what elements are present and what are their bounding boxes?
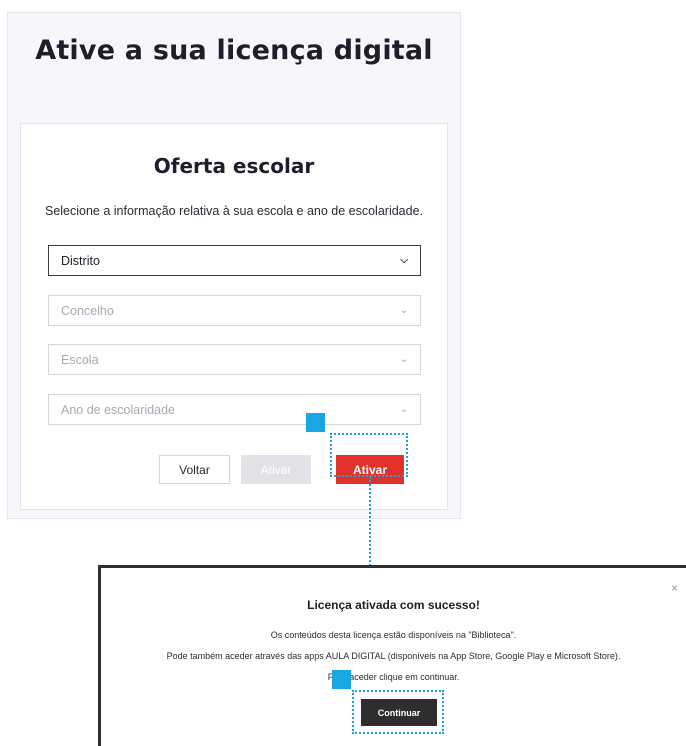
chevron-down-icon: ⌄ [399,305,408,316]
school-select[interactable]: Escola ⌄ [48,344,421,375]
activate-highlight [330,433,408,477]
continue-highlight [352,690,444,734]
activate-button-disabled: Ativar [241,455,311,484]
municipality-select[interactable]: Concelho ⌄ [48,295,421,326]
municipality-select-value: Concelho [61,303,114,318]
chevron-down-icon: ⌵ [400,255,408,266]
step-marker [332,670,351,689]
modal-text-apps: Pode também aceder através das apps AULA… [166,651,621,661]
chevron-down-icon: ⌄ [399,354,408,365]
modal-title: Licença ativada com sucesso! [307,598,480,612]
card-description: Selecione a informação relativa à sua es… [44,204,423,218]
modal-text-library: Os conteúdos desta licença estão disponí… [270,630,517,640]
district-select[interactable]: Distrito ⌵ [48,245,421,276]
chevron-down-icon: ⌄ [399,404,408,415]
school-select-value: Escola [61,352,99,367]
school-year-select-value: Ano de escolaridade [61,402,175,417]
district-select-value: Distrito [61,253,100,268]
close-icon[interactable]: × [671,581,678,595]
school-year-select[interactable]: Ano de escolaridade ⌄ [48,394,421,425]
step-marker [306,413,325,432]
modal-text-continue: Para aceder clique em continuar. [327,672,460,682]
page-title: Ative a sua licença digital [35,35,433,66]
card-title: Oferta escolar [153,154,315,178]
back-button[interactable]: Voltar [159,455,230,484]
